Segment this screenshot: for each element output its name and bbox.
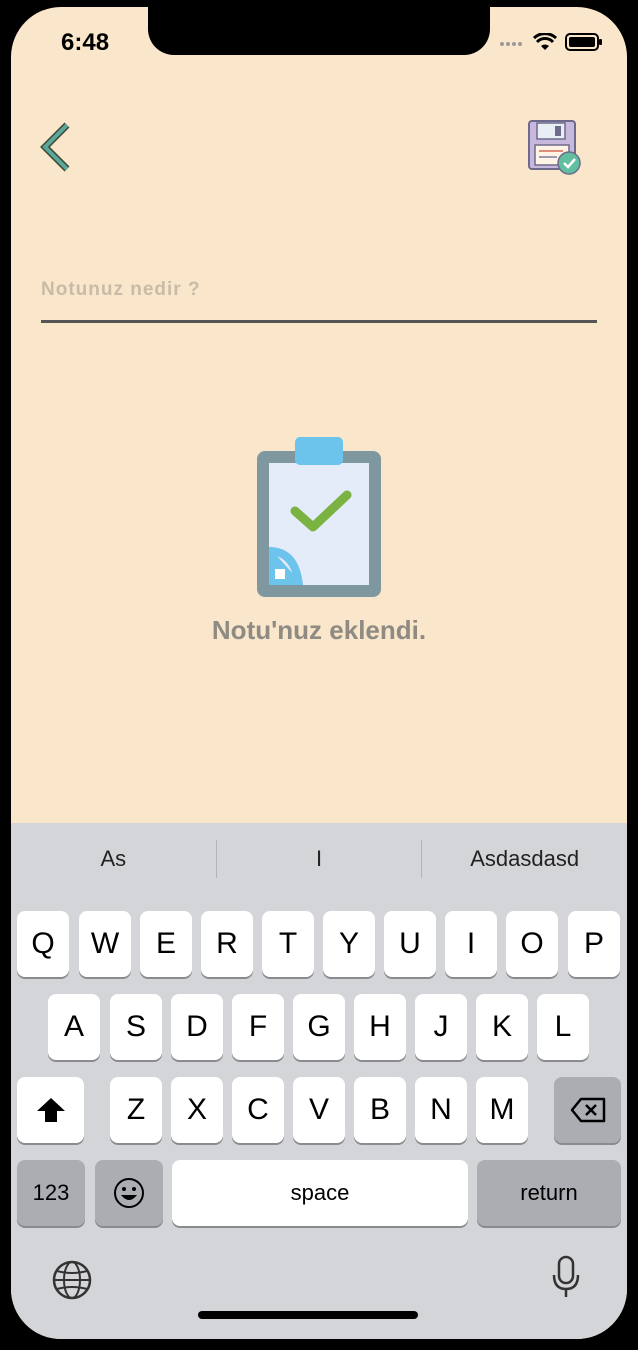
back-button[interactable] xyxy=(37,121,77,173)
status-icons xyxy=(499,33,603,51)
battery-icon xyxy=(565,33,602,51)
chevron-left-icon xyxy=(40,122,70,172)
key-m[interactable]: M xyxy=(476,1077,528,1143)
key-f[interactable]: F xyxy=(232,994,284,1060)
signal-icon xyxy=(500,42,522,46)
key-p[interactable]: P xyxy=(568,911,620,977)
emoji-icon xyxy=(114,1178,144,1208)
key-k[interactable]: K xyxy=(476,994,528,1060)
key-b[interactable]: B xyxy=(354,1077,406,1143)
globe-button[interactable] xyxy=(51,1259,93,1306)
key-d[interactable]: D xyxy=(171,994,223,1060)
key-j[interactable]: J xyxy=(415,994,467,1060)
key-t[interactable]: T xyxy=(262,911,314,977)
suggestion-item[interactable]: I xyxy=(217,846,422,872)
numbers-key[interactable]: 123 xyxy=(17,1160,85,1226)
key-z[interactable]: Z xyxy=(110,1077,162,1143)
key-r[interactable]: R xyxy=(201,911,253,977)
key-c[interactable]: C xyxy=(232,1077,284,1143)
shift-arrow-icon xyxy=(36,1098,65,1122)
key-x[interactable]: X xyxy=(171,1077,223,1143)
notch xyxy=(148,7,490,55)
backspace-icon xyxy=(570,1097,605,1123)
key-s[interactable]: S xyxy=(110,994,162,1060)
empty-state-message: Notu'nuz eklendi. xyxy=(211,615,427,645)
key-i[interactable]: I xyxy=(445,911,497,977)
clipboard-check-icon xyxy=(255,437,383,597)
key-h[interactable]: H xyxy=(354,994,406,1060)
wifi-icon xyxy=(533,33,557,50)
key-v[interactable]: V xyxy=(293,1077,345,1143)
key-a[interactable]: A xyxy=(48,994,100,1060)
note-input[interactable] xyxy=(41,265,597,323)
emoji-key[interactable] xyxy=(95,1160,163,1226)
app-screen: 6:48 Notunuz nedir ? Notu'nuz eklendi. A… xyxy=(11,7,627,1339)
key-n[interactable]: N xyxy=(415,1077,467,1143)
home-indicator[interactable] xyxy=(198,1311,418,1319)
globe-icon xyxy=(52,1260,92,1300)
key-l[interactable]: L xyxy=(537,994,589,1060)
status-time: 6:48 xyxy=(61,29,110,56)
key-y[interactable]: Y xyxy=(323,911,375,977)
microphone-icon xyxy=(552,1255,580,1297)
delete-key[interactable] xyxy=(554,1077,621,1143)
key-w[interactable]: W xyxy=(79,911,131,977)
key-e[interactable]: E xyxy=(140,911,192,977)
key-o[interactable]: O xyxy=(506,911,558,977)
keyboard: As I Asdasdasd Q W E R T Y U I O P A S D… xyxy=(11,823,627,1339)
key-q[interactable]: Q xyxy=(17,911,69,977)
space-key[interactable]: space xyxy=(172,1160,468,1226)
suggestion-item[interactable]: Asdasdasd xyxy=(422,846,627,872)
floppy-disk-check-icon xyxy=(528,120,581,175)
key-u[interactable]: U xyxy=(384,911,436,977)
suggestion-bar: As I Asdasdasd xyxy=(11,823,627,895)
save-button[interactable] xyxy=(525,119,585,179)
key-g[interactable]: G xyxy=(293,994,345,1060)
dictation-button[interactable] xyxy=(551,1255,581,1304)
suggestion-item[interactable]: As xyxy=(11,846,216,872)
shift-key[interactable] xyxy=(17,1077,84,1143)
return-key[interactable]: return xyxy=(477,1160,621,1226)
